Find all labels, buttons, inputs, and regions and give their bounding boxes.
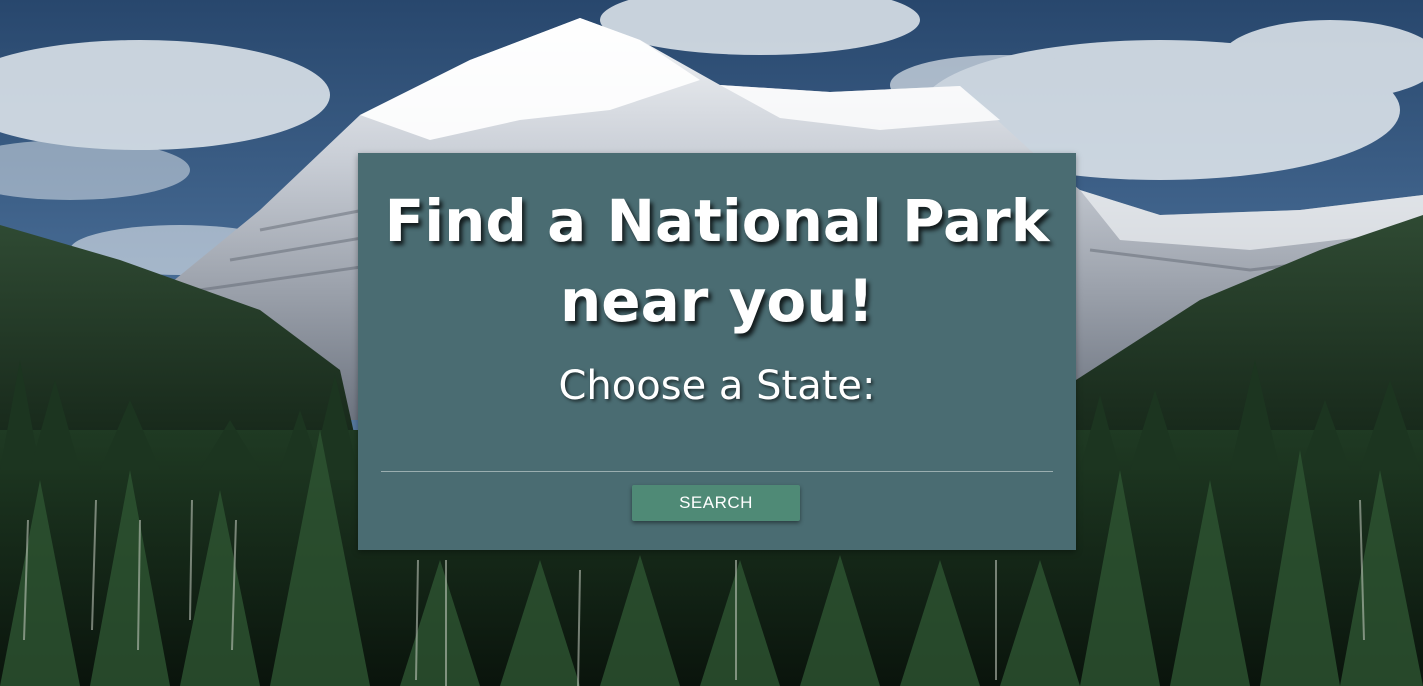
landing-page: Find a National Park near you! Choose a … xyxy=(0,0,1423,686)
search-button[interactable]: SEARCH xyxy=(632,485,800,521)
page-title: Find a National Park near you! xyxy=(384,187,1050,335)
state-select[interactable] xyxy=(381,443,1053,472)
search-panel: Find a National Park near you! Choose a … xyxy=(358,153,1076,550)
choose-state-label: Choose a State: xyxy=(558,363,876,409)
